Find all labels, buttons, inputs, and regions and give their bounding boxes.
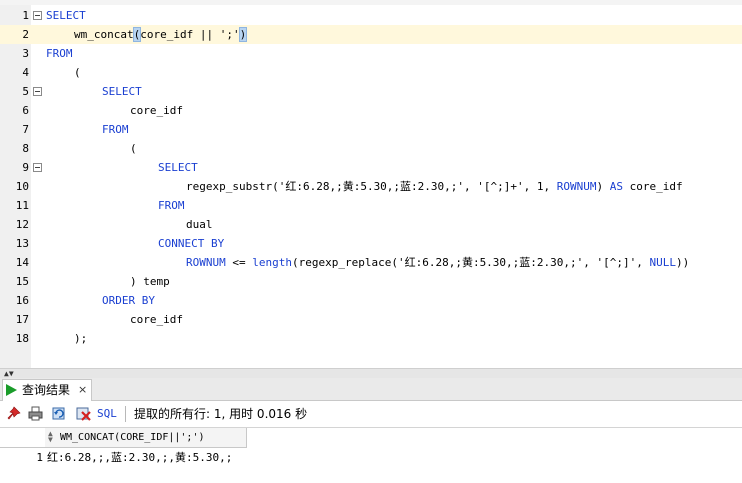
line-number: 16: [15, 294, 29, 307]
refresh-icon[interactable]: [52, 406, 67, 421]
print-icon[interactable]: [28, 406, 43, 421]
keyword: SELECT: [46, 9, 86, 22]
keyword: length: [252, 256, 292, 269]
code-line[interactable]: 15 ) temp: [0, 272, 742, 291]
keyword: FROM: [158, 199, 185, 212]
fold-toggle-icon[interactable]: [33, 87, 42, 96]
keyword: FROM: [46, 47, 73, 60]
code-line[interactable]: 3 FROM: [0, 44, 742, 63]
line-number: 4: [22, 66, 29, 79]
code-line[interactable]: 14 ROWNUM <= length(regexp_replace('红:6.…: [0, 253, 742, 272]
tab-label: 查询结果: [22, 383, 71, 397]
line-number: 11: [15, 199, 29, 212]
sql-editor[interactable]: 1 SELECT 2 wm_concat(core_idf || ';') 3 …: [0, 5, 742, 368]
keyword: NULL: [649, 256, 677, 269]
keyword: ROWNUM: [186, 256, 226, 269]
fold-toggle-icon[interactable]: [33, 11, 42, 20]
code-text: ): [596, 180, 610, 193]
code-text: (regexp_replace('红:6.28,;黄:5.30,;蓝:2.30,…: [292, 256, 650, 269]
code-line[interactable]: 12 dual: [0, 215, 742, 234]
line-number: 8: [22, 142, 29, 155]
fetch-status-text: 提取的所有行: 1, 用时 0.016 秒: [134, 407, 308, 421]
code-text: wm_concat: [74, 28, 134, 41]
code-text: dual: [186, 218, 213, 231]
line-number: 7: [22, 123, 29, 136]
keyword: SELECT: [102, 85, 142, 98]
code-line[interactable]: 5 SELECT: [0, 82, 742, 101]
code-text: core_idf || ';': [140, 28, 240, 41]
code-text: ) temp: [130, 275, 170, 288]
run-icon: [6, 384, 17, 396]
code-text: regexp_substr('红:6.28,;黄:5.30,;蓝:2.30,;'…: [186, 180, 557, 193]
keyword: AS: [609, 180, 624, 193]
code-line[interactable]: 10 regexp_substr('红:6.28,;黄:5.30,;蓝:2.30…: [0, 177, 742, 196]
column-header[interactable]: ▲ ▼ WM_CONCAT(CORE_IDF||';'): [45, 428, 247, 448]
line-number: 6: [22, 104, 29, 117]
results-tab-bar: 查询结果 ×: [0, 378, 742, 401]
line-number: 3: [22, 47, 29, 60]
code-text: core_idf: [130, 313, 183, 326]
code-line[interactable]: 13 CONNECT BY: [0, 234, 742, 253]
grid-corner: [0, 428, 46, 448]
code-text: core_idf: [130, 104, 183, 117]
keyword: CONNECT BY: [158, 237, 225, 250]
code-text: );: [74, 332, 88, 345]
table-cell[interactable]: 红:6.28,;,蓝:2.30,;,黄:5.30,;: [47, 448, 232, 467]
line-number: 1: [22, 9, 29, 22]
line-number: 9: [22, 161, 29, 174]
code-line[interactable]: 16 ORDER BY: [0, 291, 742, 310]
line-number: 13: [15, 237, 29, 250]
results-pane: 查询结果 × SQL 提取的所有行: 1, 用时 0.016 秒 ▲ ▼ WM_…: [0, 378, 742, 483]
pin-icon[interactable]: [6, 406, 21, 421]
code-line-current[interactable]: 2 wm_concat(core_idf || ';'): [0, 25, 742, 44]
line-number: 2: [22, 28, 29, 41]
code-line[interactable]: 4 (: [0, 63, 742, 82]
results-grid[interactable]: ▲ ▼ WM_CONCAT(CORE_IDF||';') 1 红:6.28,;,蓝…: [0, 428, 742, 483]
column-header-label: WM_CONCAT(CORE_IDF||';'): [60, 432, 205, 443]
code-line[interactable]: 17 core_idf: [0, 310, 742, 329]
code-text: <=: [225, 256, 253, 269]
row-number: 1: [36, 451, 43, 464]
keyword: ORDER BY: [102, 294, 155, 307]
results-toolbar: SQL 提取的所有行: 1, 用时 0.016 秒: [0, 401, 742, 428]
code-line[interactable]: 18 );: [0, 329, 742, 348]
code-line[interactable]: 7 FROM: [0, 120, 742, 139]
line-number: 15: [15, 275, 29, 288]
sql-button[interactable]: SQL: [97, 406, 117, 422]
fold-toggle-icon[interactable]: [33, 163, 42, 172]
code-line[interactable]: 9 SELECT: [0, 158, 742, 177]
line-number: 12: [15, 218, 29, 231]
cancel-icon[interactable]: [76, 406, 91, 421]
bracket-match: ): [238, 27, 248, 42]
collapse-arrows-icon[interactable]: ▲▼: [4, 369, 14, 378]
close-icon[interactable]: ×: [78, 380, 87, 400]
line-number: 14: [15, 256, 29, 269]
code-text: (: [130, 142, 137, 155]
code-line[interactable]: 1 SELECT: [0, 6, 742, 25]
code-line[interactable]: 8 (: [0, 139, 742, 158]
keyword: FROM: [102, 123, 129, 136]
code-text: )): [676, 256, 690, 269]
code-line[interactable]: 11 FROM: [0, 196, 742, 215]
tab-query-results[interactable]: 查询结果 ×: [2, 379, 92, 401]
line-number: 5: [22, 85, 29, 98]
sort-icon[interactable]: ▲ ▼: [48, 430, 53, 444]
keyword: ROWNUM: [556, 180, 597, 193]
line-number: 17: [15, 313, 29, 326]
code-text: (: [74, 66, 81, 79]
code-text: core_idf: [623, 180, 683, 193]
line-number: 10: [15, 180, 29, 193]
toolbar-separator: [125, 406, 126, 422]
keyword: SELECT: [158, 161, 198, 174]
line-number: 18: [15, 332, 29, 345]
code-line[interactable]: 6 core_idf: [0, 101, 742, 120]
